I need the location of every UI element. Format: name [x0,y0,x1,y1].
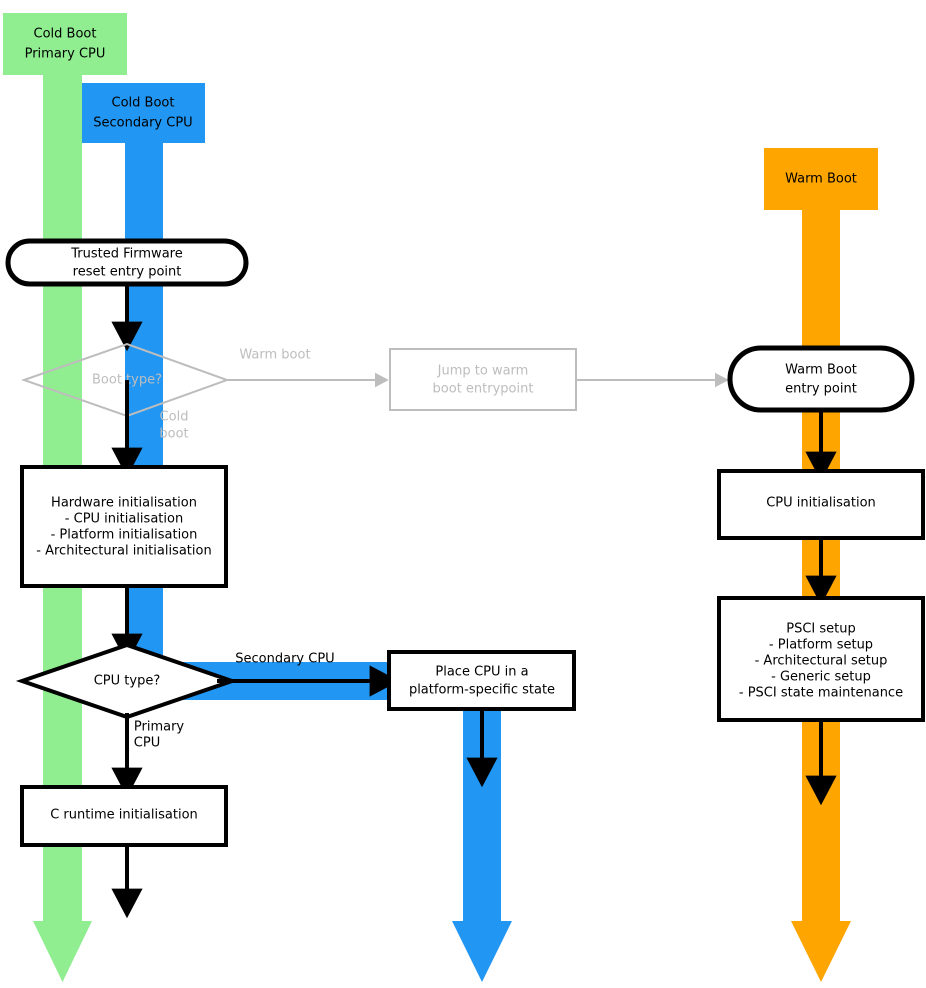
lane-cold-boot-primary-label-line2: Primary CPU [25,47,106,62]
lane-cold-boot-secondary-arrowhead [452,921,512,982]
lane-cold-boot-secondary-header [82,83,205,143]
node-warm-boot-entry-point-shape [727,345,915,413]
lane-cold-boot-primary-arrowhead [33,921,92,982]
lane-cold-boot-secondary-label-line1: Cold Boot [112,96,175,111]
node-hardware-initialisation[interactable]: Hardware initialisation - CPU initialisa… [20,465,228,588]
node-jump-to-warm-boot-entrypoint[interactable]: Jump to warm boot entrypoint [389,348,577,411]
edge-label-primary-cpu-line2: CPU [134,736,160,751]
node-hardware-initialisation-line3: - Platform initialisation [51,528,198,543]
node-trusted-firmware-reset-entry-point[interactable]: Trusted Firmware reset entry point [5,238,249,287]
lane-cold-boot-secondary-label-line2: Secondary CPU [93,116,192,131]
node-place-cpu-in-platform-specific-state-shape [387,650,576,711]
node-psci-setup-line4: - Generic setup [771,670,871,685]
node-trusted-firmware-reset-entry-point-line2: reset entry point [73,265,182,280]
node-cpu-initialisation-warm-label: CPU initialisation [766,496,876,511]
node-place-cpu-in-platform-specific-state-line2: platform-specific state [409,683,555,698]
edge-label-cold-boot-line2: boot [159,427,188,442]
node-jump-to-warm-boot-entrypoint-shape [389,348,577,411]
node-warm-boot-entry-point-line1: Warm Boot [785,363,857,378]
node-psci-setup-line2: - Platform setup [769,638,873,653]
node-psci-setup[interactable]: PSCI setup - Platform setup - Architectu… [717,596,925,722]
lane-cold-boot-primary-label-line1: Cold Boot [34,27,97,42]
lane-warm-boot-arrowhead [791,921,851,982]
lane-warm-boot-label-line1: Warm Boot [785,172,857,187]
edge-label-cold-boot-line1: Cold [160,410,189,425]
node-hardware-initialisation-line2: - CPU initialisation [65,512,183,527]
node-place-cpu-in-platform-specific-state-line1: Place CPU in a [435,665,528,680]
node-warm-boot-entry-point-line2: entry point [785,382,857,397]
node-hardware-initialisation-shape [20,465,228,588]
node-psci-setup-line3: - Architectural setup [755,654,888,669]
node-c-runtime-initialisation[interactable]: C runtime initialisation [20,785,228,847]
flowchart-svg: Cold Boot Primary CPU Cold Boot Secondar… [3,13,925,982]
node-place-cpu-in-platform-specific-state[interactable]: Place CPU in a platform-specific state [387,650,576,711]
node-hardware-initialisation-line4: - Architectural initialisation [36,544,211,559]
node-warm-boot-entry-point[interactable]: Warm Boot entry point [727,345,915,413]
node-psci-setup-line1: PSCI setup [786,622,856,637]
edge-label-primary-cpu-line1: Primary [134,720,185,735]
diagram-canvas: Cold Boot Primary CPU Cold Boot Secondar… [0,0,926,988]
lane-cold-boot-primary-header [3,13,127,75]
lane-cold-boot-secondary-band-vertical [125,143,163,683]
node-trusted-firmware-reset-entry-point-line1: Trusted Firmware [70,247,182,262]
node-cpu-type-decision-label: CPU type? [94,674,161,689]
node-psci-setup-line5: - PSCI state maintenance [739,686,903,701]
node-c-runtime-initialisation-label: C runtime initialisation [50,808,198,823]
node-hardware-initialisation-line1: Hardware initialisation [51,496,197,511]
node-cpu-initialisation-warm[interactable]: CPU initialisation [717,469,925,540]
edge-label-secondary-cpu: Secondary CPU [235,652,334,667]
node-jump-to-warm-boot-entrypoint-line2: boot entrypoint [433,382,534,397]
edge-label-warm-boot: Warm boot [239,348,310,363]
node-jump-to-warm-boot-entrypoint-line1: Jump to warm [437,364,529,379]
